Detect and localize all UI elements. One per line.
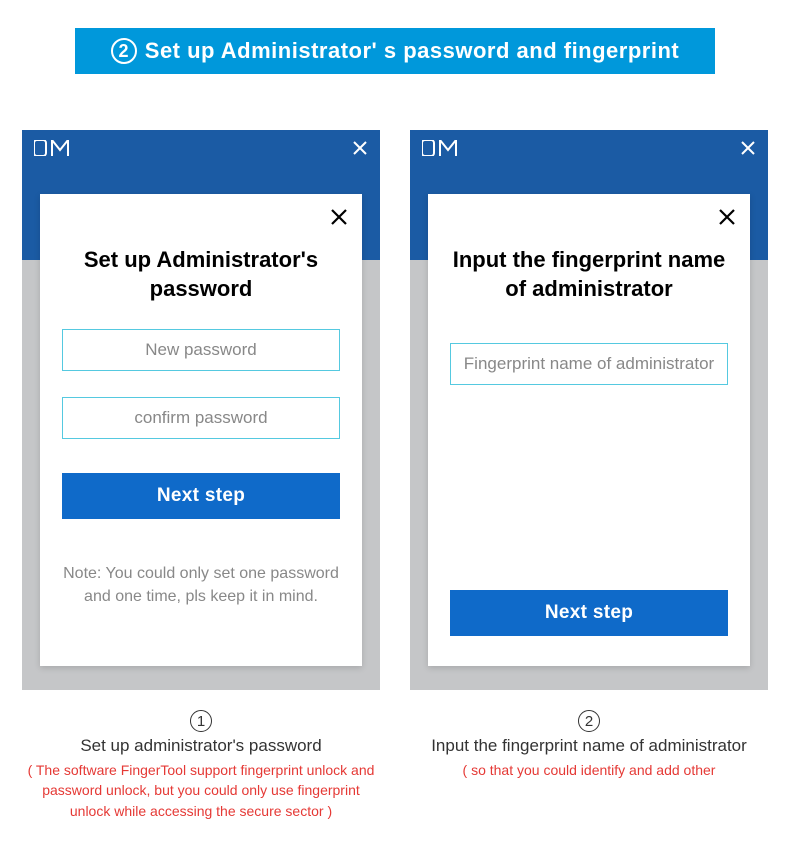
- dm-logo: [34, 140, 74, 156]
- caption-note: ( The software FingerTool support finger…: [22, 760, 380, 821]
- caption-number: 2: [578, 710, 600, 732]
- modal-title: Set up Administrator's password: [62, 246, 340, 303]
- caption-2: 2 Input the fingerprint name of administ…: [410, 710, 768, 821]
- caption-note: ( so that you could identify and add oth…: [410, 760, 768, 780]
- caption-title: Input the fingerprint name of administra…: [410, 736, 768, 756]
- caption-number: 1: [190, 710, 212, 732]
- window-set-password: Set up Administrator's password Next ste…: [22, 130, 380, 690]
- next-step-button[interactable]: Next step: [450, 590, 728, 636]
- titlebar: [410, 130, 768, 166]
- close-icon[interactable]: [330, 208, 348, 226]
- step-number-badge: 2: [111, 38, 137, 64]
- new-password-input[interactable]: [62, 329, 340, 371]
- confirm-password-input[interactable]: [62, 397, 340, 439]
- modal-set-password: Set up Administrator's password Next ste…: [40, 194, 362, 666]
- modal-fingerprint-name: Input the fingerprint name of administra…: [428, 194, 750, 666]
- window-fingerprint-name: Input the fingerprint name of administra…: [410, 130, 768, 690]
- window-close-icon[interactable]: [740, 140, 756, 156]
- dm-logo: [422, 140, 462, 156]
- password-note: Note: You could only set one password an…: [62, 563, 340, 608]
- caption-1: 1 Set up administrator's password ( The …: [22, 710, 380, 821]
- next-step-button[interactable]: Next step: [62, 473, 340, 519]
- modal-title: Input the fingerprint name of administra…: [450, 246, 728, 303]
- step-title: Set up Administrator' s password and fin…: [145, 38, 679, 64]
- fingerprint-name-input[interactable]: [450, 343, 728, 385]
- titlebar: [22, 130, 380, 166]
- step-banner: 2 Set up Administrator' s password and f…: [75, 28, 715, 74]
- close-icon[interactable]: [718, 208, 736, 226]
- caption-title: Set up administrator's password: [22, 736, 380, 756]
- window-close-icon[interactable]: [352, 140, 368, 156]
